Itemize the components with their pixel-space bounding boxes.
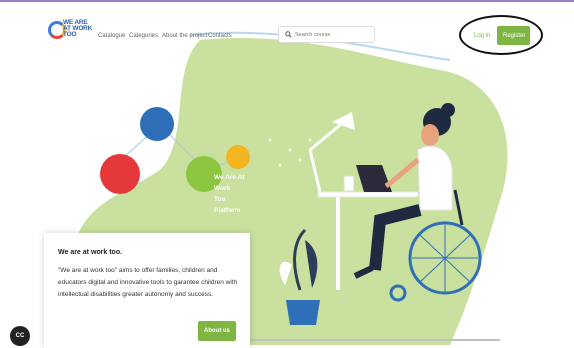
logo-text: WE ARE AT WORK TOO xyxy=(63,19,93,38)
blue-circle xyxy=(140,107,174,141)
hero-title-line: Platform xyxy=(214,207,241,214)
cc-icon[interactable]: CC xyxy=(10,326,30,346)
search-icon xyxy=(285,31,292,38)
intro-card: We are at work too. "We are at work too"… xyxy=(44,233,250,348)
search-input[interactable] xyxy=(295,30,369,40)
hero-title-line: We Are At xyxy=(214,174,245,181)
nav-link-about-project[interactable]: About the project xyxy=(162,33,207,39)
cup-illustration xyxy=(343,175,355,192)
about-us-button[interactable]: About us xyxy=(198,321,236,341)
nav-link-contacts[interactable]: Contacts xyxy=(208,33,232,39)
yellow-circle xyxy=(226,145,250,169)
nav-link-catalogue[interactable]: Catalogue xyxy=(98,33,125,39)
card-title: We are at work too. xyxy=(58,249,123,256)
red-circle xyxy=(100,154,140,194)
hero-title-line: Work xyxy=(214,185,231,192)
desk-top xyxy=(317,191,419,198)
hero-title: We Are At Work Too Platform xyxy=(214,172,274,216)
card-description: "We are at work too" aims to offer famil… xyxy=(58,267,238,298)
hero-title-line: Too xyxy=(214,196,226,203)
nav-link-categories[interactable]: Categories xyxy=(129,33,158,39)
search-box[interactable] xyxy=(278,26,375,43)
highlight-annotation-ellipse xyxy=(459,15,543,55)
site-logo[interactable]: WE ARE AT WORK TOO xyxy=(48,19,93,42)
